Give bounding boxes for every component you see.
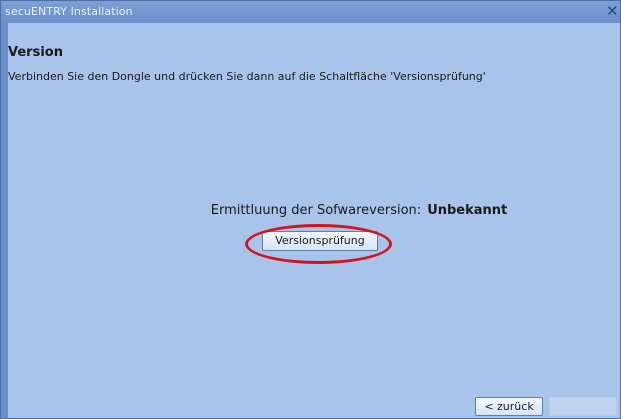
page-description: Verbinden Sie den Dongle und drücken Sie… bbox=[8, 70, 486, 83]
window-title: secuENTRY Installation bbox=[5, 5, 133, 18]
software-version-label: Ermittluung der Sofwareversion: bbox=[210, 203, 422, 218]
content-panel bbox=[8, 86, 620, 416]
next-button-disabled bbox=[549, 397, 617, 416]
software-version-status: Ermittluung der Sofwareversion: Unbekannt bbox=[1, 203, 621, 218]
installer-window: secuENTRY Installation ✕ Version Verbind… bbox=[0, 0, 621, 419]
software-version-value: Unbekannt bbox=[427, 203, 508, 218]
title-bar[interactable]: secuENTRY Installation ✕ bbox=[1, 1, 620, 23]
window-left-border bbox=[1, 23, 8, 418]
back-button[interactable]: < zurück bbox=[475, 397, 543, 416]
version-check-button[interactable]: Versionsprüfung bbox=[262, 231, 378, 251]
page-heading: Version bbox=[8, 45, 63, 60]
close-icon[interactable]: ✕ bbox=[606, 4, 619, 19]
